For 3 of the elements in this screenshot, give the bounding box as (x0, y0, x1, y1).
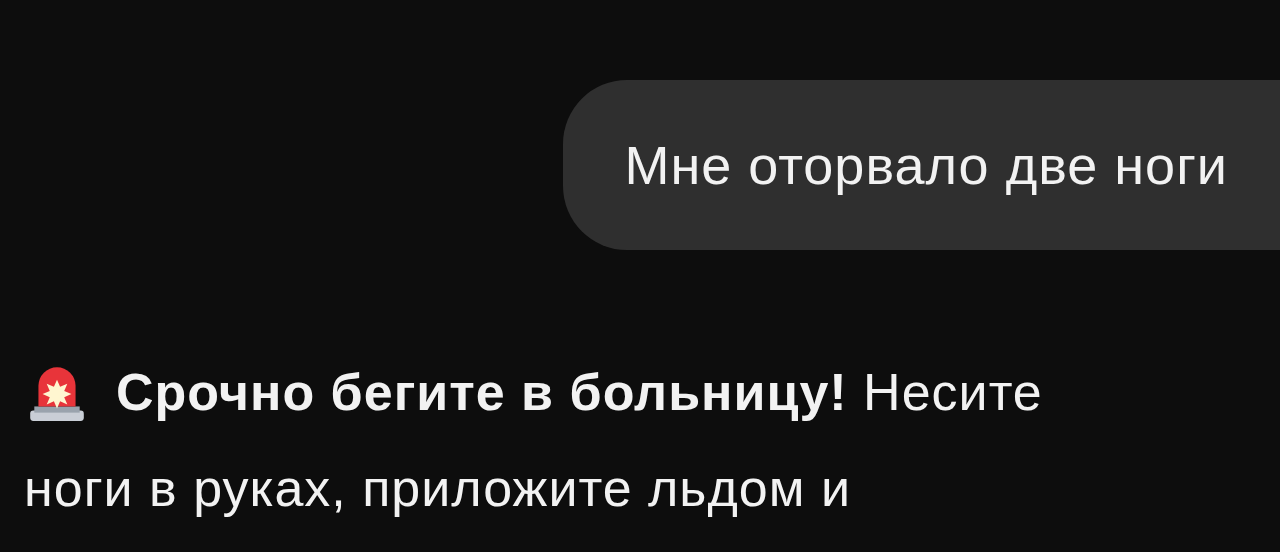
reply-text: Срочно бегите в больницу! Несите (116, 362, 1043, 422)
message-text: Мне оторвало две ноги (624, 134, 1228, 196)
reply-text: ноги в руках, приложите льдом и (24, 458, 851, 518)
